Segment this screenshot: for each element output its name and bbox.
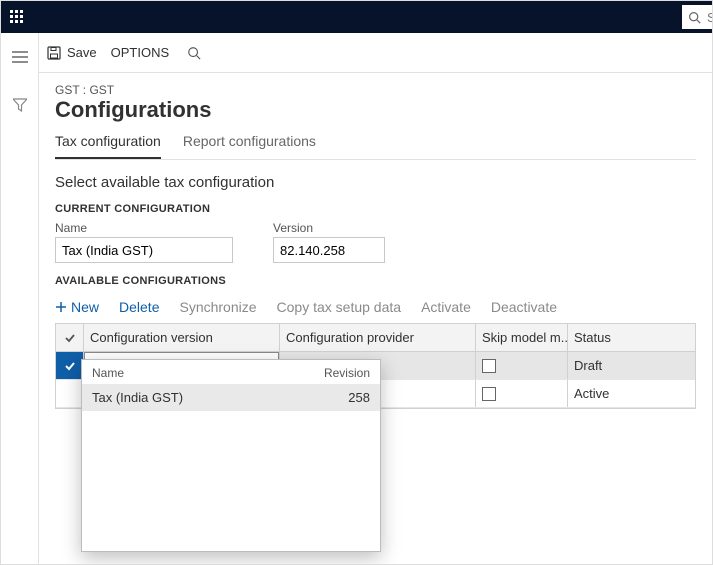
grid-header: Configuration version Configuration prov… [56,324,695,352]
dropdown-header: Name Revision [82,360,380,384]
skip-model-cell[interactable] [476,380,568,407]
grid-toolbar: New Delete Synchronize Copy tax setup da… [55,293,696,323]
search-icon [187,46,201,60]
tabs: Tax configuration Report configurations [55,133,696,160]
new-button[interactable]: New [55,299,99,315]
dropdown-col-name: Name [92,366,310,380]
dropdown-item-revision: 258 [310,390,370,405]
available-config-heading: AVAILABLE CONFIGURATIONS [55,275,696,287]
global-search-input[interactable] [705,9,712,26]
dropdown-col-revision: Revision [310,366,370,380]
waffle-icon[interactable] [1,1,33,33]
col-status[interactable]: Status [568,324,695,351]
version-field[interactable] [273,237,385,263]
tab-report-configurations[interactable]: Report configurations [183,133,316,159]
options-label: OPTIONS [111,45,170,60]
save-label: Save [67,45,97,60]
dropdown-body [82,411,380,551]
section-title: Select available tax configuration [55,174,696,191]
action-bar: Save OPTIONS [39,33,712,73]
left-rail [1,33,39,564]
checkbox[interactable] [482,359,496,373]
activate-button: Activate [421,299,471,315]
row-selected-icon[interactable] [56,352,84,379]
global-header [1,1,712,33]
options-button[interactable]: OPTIONS [111,45,170,60]
current-config-heading: CURRENT CONFIGURATION [55,203,696,215]
version-label: Version [273,221,385,235]
row-marker[interactable] [56,380,84,407]
status-cell: Draft [568,352,695,379]
page-title: Configurations [55,97,696,123]
skip-model-cell[interactable] [476,352,568,379]
name-label: Name [55,221,233,235]
search-icon [688,11,701,24]
synchronize-button: Synchronize [179,299,256,315]
save-icon [47,46,61,60]
tab-tax-configuration[interactable]: Tax configuration [55,133,161,159]
delete-button[interactable]: Delete [119,299,159,315]
dropdown-item-name: Tax (India GST) [92,390,310,405]
find-button[interactable] [183,42,205,64]
copy-tax-setup-button: Copy tax setup data [277,299,402,315]
plus-icon [55,301,67,313]
status-cell: Active [568,380,695,407]
global-search[interactable] [682,5,712,29]
name-field[interactable] [55,237,233,263]
select-all-header[interactable] [56,324,84,351]
breadcrumb: GST : GST [55,83,696,97]
col-config-provider[interactable]: Configuration provider [280,324,476,351]
col-config-version[interactable]: Configuration version [84,324,280,351]
deactivate-button: Deactivate [491,299,557,315]
filter-icon[interactable] [8,93,32,117]
hamburger-icon[interactable] [8,45,32,69]
col-skip-model[interactable]: Skip model m... [476,324,568,351]
new-label: New [71,299,99,315]
config-version-dropdown: Name Revision Tax (India GST) 258 [81,359,381,552]
checkbox[interactable] [482,387,496,401]
save-button[interactable]: Save [47,45,97,60]
dropdown-item[interactable]: Tax (India GST) 258 [82,384,380,411]
